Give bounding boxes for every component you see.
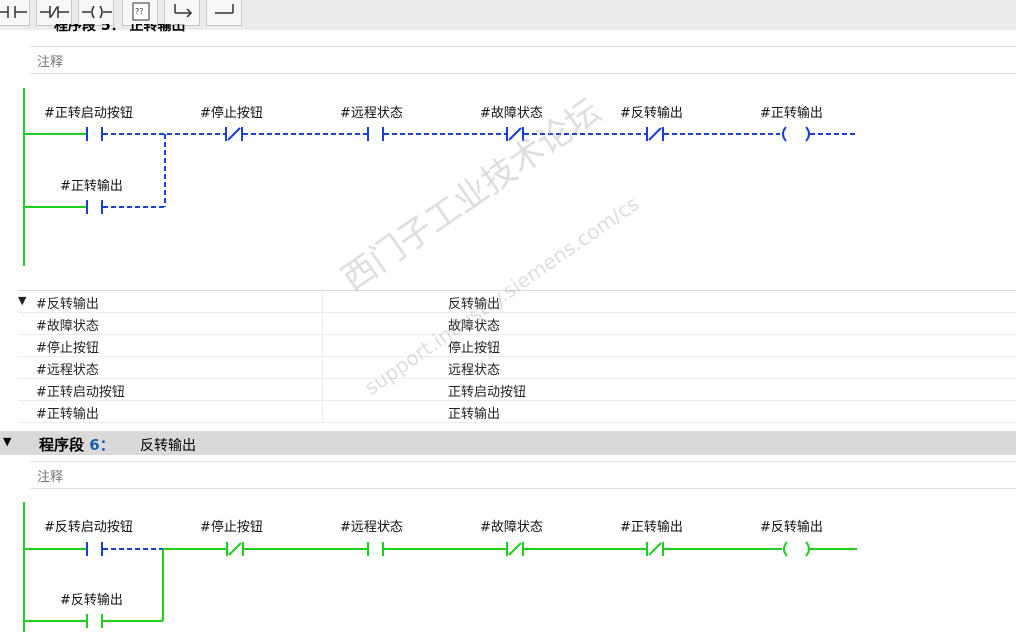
table-row-comment: 正转输出 <box>448 407 501 422</box>
network6-label: 程序段 6： <box>39 436 115 454</box>
n5-contact-4[interactable] <box>506 127 524 141</box>
network6-title[interactable]: 反转输出 <box>140 435 196 455</box>
n5-contact-5[interactable] <box>646 127 664 141</box>
table-row-comment: 远程状态 <box>448 363 501 378</box>
table-row[interactable]: #正转启动按钮 正转启动按钮 <box>18 379 1016 401</box>
n6-contact-2[interactable] <box>226 542 244 556</box>
no-contact-button[interactable] <box>0 0 30 26</box>
svg-text:??: ?? <box>135 7 144 16</box>
table-row-tag: #故障状态 <box>36 319 99 334</box>
n5-branch-contact[interactable] <box>86 200 103 214</box>
table-row-tag: #正转输出 <box>36 407 99 422</box>
n6-coil[interactable] <box>783 541 810 557</box>
network6-header[interactable]: ▼ 程序段 6： 反转输出 <box>0 431 1016 455</box>
table-row-comment: 反转输出 <box>448 297 501 312</box>
table-row[interactable]: #故障状态 故障状态 <box>18 313 1016 335</box>
nc-contact-icon <box>40 6 69 18</box>
table-row-tag: #远程状态 <box>36 363 99 378</box>
collapse-caret-icon[interactable]: ▼ <box>18 294 26 307</box>
empty-box-icon: ?? <box>132 2 150 21</box>
table-row-comment: 故障状态 <box>448 319 501 334</box>
network6-ladder: #反转启动按钮 #停止按钮 #远程状态 #故障状态 #正转输出 #反转输出 #反… <box>0 500 1016 632</box>
network6-comment-text: 注释 <box>37 470 64 485</box>
no-contact-icon <box>0 6 27 18</box>
coil-icon <box>82 5 112 19</box>
n6-contact-4[interactable] <box>506 542 524 556</box>
coil-button[interactable] <box>78 0 114 26</box>
table-row-tag: #正转启动按钮 <box>36 385 125 400</box>
table-row[interactable]: #停止按钮 停止按钮 <box>18 335 1016 357</box>
table-row-tag: #反转输出 <box>36 297 99 312</box>
table-row-comment: 停止按钮 <box>448 341 501 356</box>
open-branch-button[interactable] <box>164 0 200 26</box>
n5-contact-1[interactable] <box>86 127 103 141</box>
n5-contact-3[interactable] <box>367 127 384 141</box>
open-branch-icon <box>174 4 193 18</box>
table-row-comment: 正转启动按钮 <box>448 385 527 400</box>
empty-box-button[interactable]: ?? <box>122 0 158 26</box>
close-branch-button[interactable] <box>206 0 242 26</box>
table-row[interactable]: ▼ #反转输出 反转输出 <box>18 291 1016 313</box>
table-row[interactable]: #远程状态 远程状态 <box>18 357 1016 379</box>
n6-contact-3[interactable] <box>367 542 384 556</box>
n6-contact-1[interactable] <box>86 542 103 556</box>
network6-comment[interactable]: 注释 <box>30 461 1016 489</box>
n6-contact-5[interactable] <box>646 542 664 556</box>
collapse-caret-icon[interactable]: ▼ <box>3 435 11 448</box>
n6-branch-contact[interactable] <box>86 614 103 628</box>
table-row[interactable]: #正转输出 正转输出 <box>18 401 1016 423</box>
network5-rungs <box>23 88 857 266</box>
close-branch-icon <box>215 4 234 14</box>
network5-comment[interactable]: 注释 <box>30 46 1016 74</box>
nc-contact-button[interactable] <box>36 0 72 26</box>
network5-header: 程序段 5： 正转输出 <box>54 24 354 32</box>
network5-ladder: #正转启动按钮 #停止按钮 #远程状态 #故障状态 #反转输出 #正转输出 #正… <box>0 86 1016 276</box>
network5-header-text: 程序段 5： 正转输出 <box>54 24 186 32</box>
network5-comment-text: 注释 <box>37 55 64 70</box>
n5-coil[interactable] <box>782 126 810 142</box>
table-row-tag: #停止按钮 <box>36 341 99 356</box>
network6-rungs <box>23 502 857 632</box>
tag-table: ▼ #反转输出 反转输出 #故障状态 故障状态 #停止按钮 停止按钮 #远程状态… <box>18 290 1016 423</box>
n5-contact-2[interactable] <box>225 127 243 141</box>
